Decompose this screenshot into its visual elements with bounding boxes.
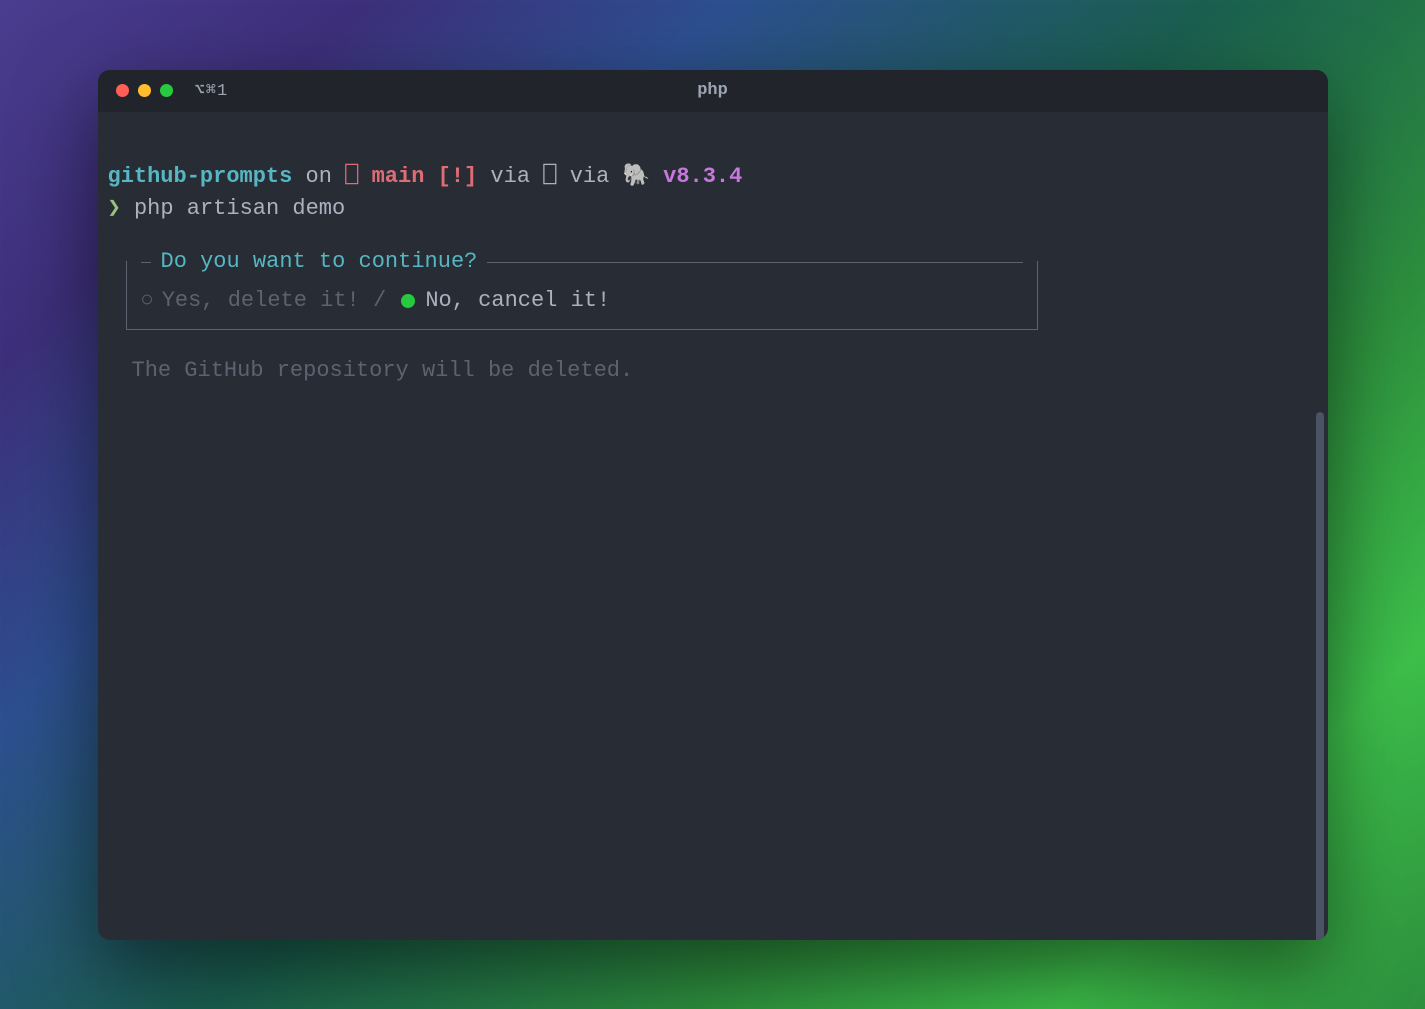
shell-prompt: github-prompts on ⎕ main [!] via ⎕ via 🐘… xyxy=(108,162,1318,193)
command-text: php artisan demo xyxy=(121,196,345,221)
confirm-options[interactable]: ○ Yes, delete it! / No, cancel it! xyxy=(141,286,1023,317)
confirm-question: Do you want to continue? xyxy=(151,247,488,278)
confirm-legend: Do you want to continue? xyxy=(141,247,1023,278)
php-elephant-icon: 🐘 xyxy=(623,164,650,189)
option-separator: / xyxy=(360,286,400,317)
window-title: php xyxy=(697,81,728,100)
terminal-body[interactable]: github-prompts on ⎕ main [!] via ⎕ via 🐘… xyxy=(98,112,1328,940)
terminal-window: ⌥⌘1 php github-prompts on ⎕ main [!] via… xyxy=(98,70,1328,940)
option-yes[interactable]: Yes, delete it! xyxy=(162,286,360,317)
command-line: ❯ php artisan demo xyxy=(108,194,1318,225)
via-text-2: via xyxy=(570,164,623,189)
legend-border-left xyxy=(141,262,151,263)
radio-selected-icon[interactable] xyxy=(401,294,415,308)
minimize-button[interactable] xyxy=(138,84,151,97)
cwd: github-prompts xyxy=(108,164,293,189)
git-branch: main xyxy=(372,164,425,189)
via-text-1: via xyxy=(477,164,543,189)
hint-text: The GitHub repository will be deleted. xyxy=(132,356,1318,387)
tab-indicator: ⌥⌘1 xyxy=(195,80,229,101)
titlebar: ⌥⌘1 php xyxy=(98,70,1328,112)
scrollbar[interactable] xyxy=(1316,412,1324,940)
close-button[interactable] xyxy=(116,84,129,97)
on-text: on xyxy=(292,164,345,189)
runtime-icon: ⎕ xyxy=(543,164,569,189)
traffic-lights xyxy=(116,84,173,97)
radio-unselected-icon[interactable]: ○ xyxy=(141,286,154,317)
php-version: v8.3.4 xyxy=(650,164,742,189)
git-icon: ⎕ xyxy=(345,164,371,189)
maximize-button[interactable] xyxy=(160,84,173,97)
confirm-dialog: Do you want to continue? ○ Yes, delete i… xyxy=(126,261,1038,330)
git-status: [!] xyxy=(424,164,477,189)
legend-border-right xyxy=(487,262,1022,263)
option-no[interactable]: No, cancel it! xyxy=(425,286,610,317)
prompt-symbol: ❯ xyxy=(108,196,121,221)
